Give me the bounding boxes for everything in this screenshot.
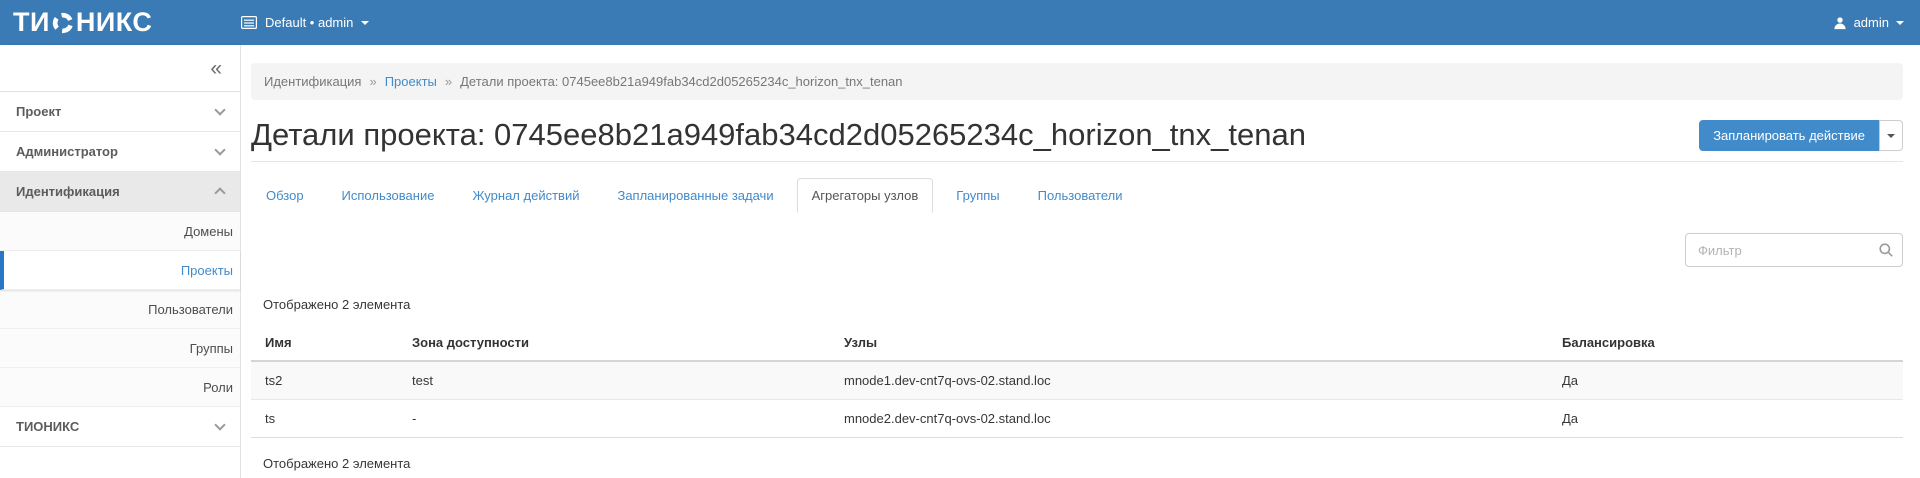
- title-divider: [251, 161, 1903, 162]
- logo-text-right: НИКС: [76, 9, 153, 36]
- tab-action-log[interactable]: Журнал действий: [457, 178, 594, 213]
- column-header-zone: Зона доступности: [398, 326, 830, 361]
- logo-ring-icon: [48, 7, 78, 37]
- cell-zone: test: [398, 361, 830, 400]
- top-header-bar: ТИ НИКС Default • admin admin: [0, 0, 1920, 45]
- sidebar-item-label: Группы: [190, 341, 233, 356]
- chevron-down-icon: [214, 144, 225, 155]
- cell-nodes: mnode1.dev-cnt7q-ovs-02.stand.loc: [830, 361, 1548, 400]
- sidebar-collapse-button[interactable]: «: [210, 58, 222, 79]
- tab-groups[interactable]: Группы: [941, 178, 1014, 213]
- sidebar-item-label: Проекты: [181, 263, 233, 278]
- caret-down-icon: [1896, 21, 1904, 25]
- cell-zone: -: [398, 400, 830, 438]
- column-header-nodes: Узлы: [830, 326, 1548, 361]
- sidebar-section-label: Администратор: [16, 144, 118, 159]
- sidebar-section-identity[interactable]: Идентификация: [0, 172, 240, 212]
- sidebar-item-label: Роли: [203, 380, 233, 395]
- column-header-name: Имя: [251, 326, 398, 361]
- sidebar-section-tionix[interactable]: ТИОНИКС: [0, 407, 240, 447]
- sidebar-item-domains[interactable]: Домены: [0, 212, 240, 251]
- aggregates-table: Имя Зона доступности Узлы Балансировка t…: [251, 326, 1903, 438]
- chevron-down-icon: [214, 104, 225, 115]
- main-content: Идентификация » Проекты » Детали проекта…: [241, 45, 1920, 478]
- filter-row: [251, 233, 1903, 267]
- breadcrumb-item-identity: Идентификация: [264, 74, 361, 89]
- cell-balancing: Да: [1548, 361, 1903, 400]
- sidebar-item-projects[interactable]: Проекты: [0, 251, 240, 290]
- chevron-up-icon: [214, 187, 225, 198]
- breadcrumb-separator: »: [445, 74, 452, 89]
- filter-box: [1685, 233, 1903, 267]
- breadcrumb-separator: »: [369, 74, 376, 89]
- sidebar-item-label: Пользователи: [148, 302, 233, 317]
- table-row[interactable]: ts - mnode2.dev-cnt7q-ovs-02.stand.loc Д…: [251, 400, 1903, 438]
- column-header-balancing: Балансировка: [1548, 326, 1903, 361]
- caret-down-icon: [1887, 134, 1895, 138]
- sidebar-item-users[interactable]: Пользователи: [0, 290, 240, 329]
- identity-submenu: Домены Проекты Пользователи Группы Роли: [0, 212, 240, 407]
- cell-name: ts2: [251, 361, 398, 400]
- detail-tabs: Обзор Использование Журнал действий Запл…: [251, 178, 1903, 213]
- breadcrumb-link-projects[interactable]: Проекты: [385, 74, 437, 89]
- sidebar: « Проект Администратор Идентификация Дом…: [0, 45, 241, 478]
- schedule-action-split-button: Запланировать действие: [1699, 120, 1903, 151]
- page-title: Детали проекта: 0745ee8b21a949fab34cd2d0…: [251, 113, 1306, 157]
- items-count-bottom: Отображено 2 элемента: [263, 456, 1903, 471]
- project-list-icon: [241, 16, 257, 29]
- search-icon[interactable]: [1878, 242, 1894, 258]
- cell-name: ts: [251, 400, 398, 438]
- table-header-row: Имя Зона доступности Узлы Балансировка: [251, 326, 1903, 361]
- user-menu[interactable]: admin: [1833, 15, 1920, 30]
- sidebar-item-label: Домены: [184, 224, 233, 239]
- items-count-top: Отображено 2 элемента: [263, 297, 1903, 312]
- schedule-action-button[interactable]: Запланировать действие: [1699, 120, 1879, 151]
- chevron-down-icon: [214, 419, 225, 430]
- page-title-row: Детали проекта: 0745ee8b21a949fab34cd2d0…: [251, 113, 1903, 157]
- tab-scheduled-tasks[interactable]: Запланированные задачи: [602, 178, 788, 213]
- caret-down-icon: [361, 21, 369, 25]
- sidebar-section-admin[interactable]: Администратор: [0, 132, 240, 172]
- tab-overview[interactable]: Обзор: [251, 178, 319, 213]
- table-row[interactable]: ts2 test mnode1.dev-cnt7q-ovs-02.stand.l…: [251, 361, 1903, 400]
- breadcrumb: Идентификация » Проекты » Детали проекта…: [251, 63, 1903, 100]
- tionix-logo: ТИ НИКС: [0, 9, 241, 36]
- sidebar-collapse-row: «: [0, 45, 240, 92]
- project-context-menu[interactable]: Default • admin: [241, 15, 369, 30]
- sidebar-section-label: ТИОНИКС: [16, 419, 79, 434]
- user-menu-label: admin: [1854, 15, 1889, 30]
- tab-users[interactable]: Пользователи: [1023, 178, 1138, 213]
- filter-input[interactable]: [1685, 233, 1903, 267]
- user-icon: [1833, 16, 1847, 30]
- sidebar-section-label: Проект: [16, 104, 61, 119]
- tab-usage[interactable]: Использование: [327, 178, 450, 213]
- sidebar-section-project[interactable]: Проект: [0, 92, 240, 132]
- sidebar-item-groups[interactable]: Группы: [0, 329, 240, 368]
- schedule-action-caret-button[interactable]: [1879, 120, 1903, 151]
- sidebar-item-roles[interactable]: Роли: [0, 368, 240, 407]
- breadcrumb-item-current: Детали проекта: 0745ee8b21a949fab34cd2d0…: [460, 74, 902, 89]
- logo-text-left: ТИ: [13, 9, 50, 36]
- cell-nodes: mnode2.dev-cnt7q-ovs-02.stand.loc: [830, 400, 1548, 438]
- tab-host-aggregates[interactable]: Агрегаторы узлов: [797, 178, 934, 213]
- cell-balancing: Да: [1548, 400, 1903, 438]
- sidebar-section-label: Идентификация: [16, 184, 120, 199]
- project-context-label: Default • admin: [265, 15, 353, 30]
